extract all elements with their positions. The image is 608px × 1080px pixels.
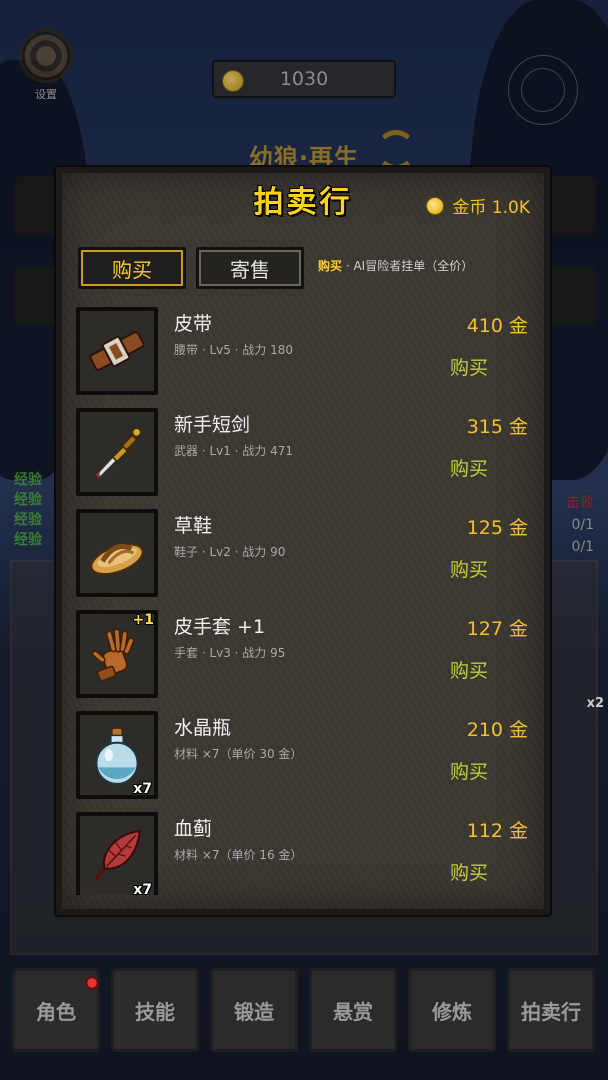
coin-value: 1030: [279, 68, 329, 90]
buy-button[interactable]: 购买: [450, 858, 488, 885]
tab-label: 锻造: [234, 999, 274, 1024]
tab-forge[interactable]: 锻造: [210, 968, 298, 1052]
tab-label: 修炼: [432, 999, 472, 1024]
refresh-icon[interactable]: [376, 130, 416, 170]
buy-button[interactable]: 购买: [450, 757, 488, 784]
settings-button[interactable]: 设置: [18, 32, 74, 102]
item-thumbnail[interactable]: +1: [76, 610, 158, 698]
item-price: 127 金: [466, 618, 528, 640]
quest-count: 0/1: [571, 517, 594, 533]
tab-label: 技能: [135, 999, 175, 1024]
buy-button[interactable]: 购买: [450, 353, 488, 380]
stack-badge: x2: [586, 696, 604, 711]
hint-prefix: 购买: [318, 259, 343, 273]
sandal-icon: [90, 543, 144, 576]
exp-label: 经验: [14, 472, 42, 488]
item-meta: 材料 ×7（单价 30 金）: [174, 747, 303, 761]
listing-row: x7 水晶瓶 材料 ×7（单价 30 金） 210 金 购买: [72, 707, 542, 803]
tab-label: 角色: [36, 999, 76, 1024]
tab-training[interactable]: 修炼: [408, 968, 496, 1052]
hint-text: · AI冒险者挂单（全价）: [345, 259, 474, 273]
quest-counts: 击败 0/1 0/1: [566, 492, 594, 558]
notification-dot-icon: [85, 976, 99, 990]
listing-row: x7 血蓟 材料 ×7（单价 16 金） 112 金 购买: [72, 808, 542, 895]
item-name: 血蓟: [174, 818, 213, 840]
item-meta: 腰带 · Lv5 · 战力 180: [174, 343, 294, 357]
item-thumbnail[interactable]: x7: [76, 812, 158, 895]
listing-row: 草鞋 鞋子 · Lv2 · 战力 90 125 金 购买: [72, 505, 542, 601]
tab-label: 悬赏: [333, 999, 373, 1024]
tab-character[interactable]: 角色: [12, 968, 100, 1052]
exp-label: 经验: [14, 492, 42, 508]
dagger-icon: [95, 427, 142, 479]
item-meta: 武器 · Lv1 · 战力 471: [174, 444, 294, 458]
gold-balance: 金币 1.0K: [426, 193, 530, 218]
item-name: 新手短剑: [174, 414, 251, 436]
item-price: 210 金: [466, 719, 528, 741]
settings-label: 设置: [35, 88, 57, 101]
item-price: 112 金: [466, 820, 528, 842]
auction-house-dialog: 拍卖行 金币 1.0K 购买 寄售 购买 · AI冒险者挂单（全价） 皮带 腰带…: [56, 167, 550, 915]
listing-row: 新手短剑 武器 · Lv1 · 战力 471 315 金 购买: [72, 404, 542, 500]
buy-button[interactable]: 购买: [450, 555, 488, 582]
coin-counter: 1030: [212, 60, 396, 98]
exp-labels: 经验 经验 经验 经验: [14, 470, 42, 550]
gold-balance-label: 金币 1.0K: [452, 198, 530, 218]
crystal-bottle-icon: [95, 727, 139, 785]
listing-row: +1 皮手套 +1 手套 · Lv3 · 战力 95 127 金 购买: [72, 606, 542, 702]
glove-icon: [91, 628, 135, 682]
listing-hint: 购买 · AI冒险者挂单（全价）: [318, 257, 473, 274]
item-meta: 手套 · Lv3 · 战力 95: [174, 646, 286, 660]
item-meta: 材料 ×7（单价 16 金）: [174, 848, 303, 862]
item-meta: 鞋子 · Lv2 · 战力 90: [174, 545, 286, 559]
enhance-badge: +1: [132, 612, 154, 628]
tab-label: 拍卖行: [521, 999, 581, 1024]
item-thumbnail[interactable]: [76, 307, 158, 395]
blood-thistle-icon: [93, 830, 141, 882]
buy-button[interactable]: 购买: [450, 454, 488, 481]
listing-row: 皮带 腰带 · Lv5 · 战力 180 410 金 购买: [72, 303, 542, 399]
bottom-tab-bar: 角色 技能 锻造 悬赏 修炼 拍卖行: [12, 968, 598, 1052]
spider-web-icon: [508, 55, 578, 125]
item-price: 410 金: [466, 315, 528, 337]
tab-consign[interactable]: 寄售: [196, 247, 304, 289]
item-thumbnail[interactable]: x7: [76, 711, 158, 799]
quantity-badge: x7: [133, 882, 152, 895]
quantity-badge: x7: [133, 781, 152, 797]
belt-icon: [89, 331, 145, 371]
buy-button[interactable]: 购买: [450, 656, 488, 683]
item-name: 草鞋: [174, 515, 213, 537]
exp-label: 经验: [14, 512, 42, 528]
tab-skills[interactable]: 技能: [111, 968, 199, 1052]
item-price: 125 金: [466, 517, 528, 539]
item-thumbnail[interactable]: [76, 408, 158, 496]
item-name: 皮带: [174, 313, 213, 335]
tab-bounty[interactable]: 悬赏: [309, 968, 397, 1052]
gear-icon: [22, 32, 70, 80]
item-price: 315 金: [466, 416, 528, 438]
quest-count: 0/1: [571, 539, 594, 555]
item-name: 皮手套 +1: [174, 616, 266, 638]
item-name: 水晶瓶: [174, 717, 232, 739]
listing-list[interactable]: 皮带 腰带 · Lv5 · 战力 180 410 金 购买 新手短剑 武器 · …: [72, 303, 542, 895]
defeat-label: 击败: [566, 495, 594, 511]
tab-auction[interactable]: 拍卖行: [507, 968, 595, 1052]
item-thumbnail[interactable]: [76, 509, 158, 597]
coin-icon: [426, 196, 445, 215]
exp-label: 经验: [14, 532, 42, 548]
tab-buy[interactable]: 购买: [78, 247, 186, 289]
